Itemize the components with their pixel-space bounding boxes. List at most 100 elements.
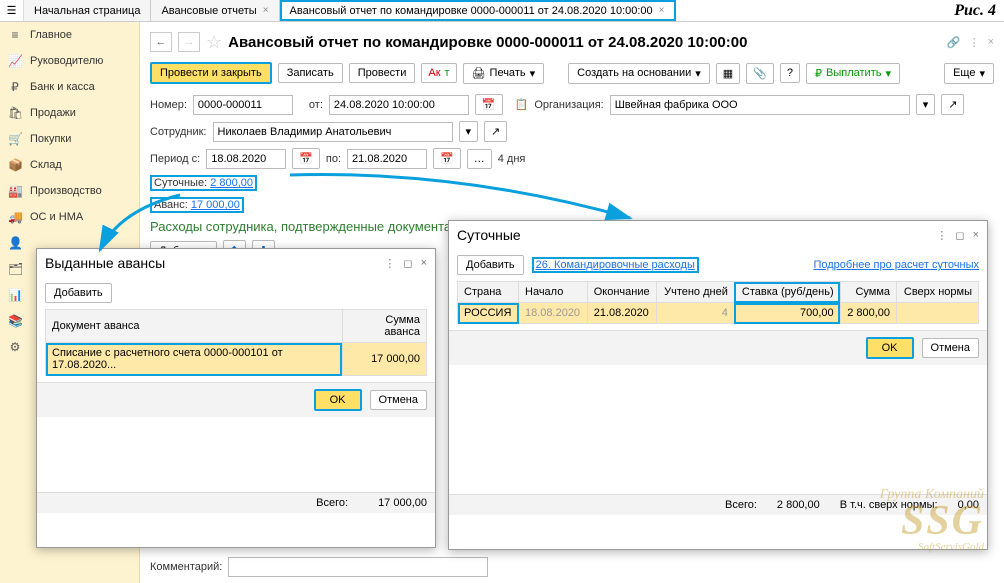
cancel-button[interactable]: Отмена: [922, 338, 979, 358]
label: по:: [326, 153, 341, 165]
help-button[interactable]: ?: [780, 63, 800, 83]
sidebar-item[interactable]: 📈Руководителю: [0, 48, 139, 74]
more-info-link[interactable]: Подробнее про расчет суточных: [813, 259, 979, 271]
col-header[interactable]: Учтено дней: [657, 282, 735, 303]
sidebar-item[interactable]: 🛍Продажи: [0, 100, 139, 126]
calendar-icon[interactable]: 📅: [475, 94, 503, 115]
ok-button[interactable]: OK: [866, 337, 914, 359]
label: от:: [309, 99, 323, 111]
sum-cell[interactable]: 17 000,00: [342, 343, 426, 376]
start-cell[interactable]: 18.08.2020: [519, 303, 588, 324]
flag-icon: 📋: [515, 98, 529, 111]
number-input[interactable]: 0000-000011: [193, 95, 293, 115]
attach-icon[interactable]: 📎: [746, 63, 774, 84]
total-value: 2 800,00: [777, 499, 820, 511]
col-header[interactable]: Документ аванса: [46, 310, 343, 343]
days-cell[interactable]: 4: [657, 303, 735, 324]
template-link[interactable]: 26. Командировочные расходы: [536, 259, 695, 271]
tab-home[interactable]: Начальная страница: [24, 0, 151, 21]
advance-row: Аванс: 17 000,00: [150, 197, 244, 213]
sidebar-item[interactable]: 🛒Покупки: [0, 126, 139, 152]
over-cell[interactable]: [897, 303, 979, 324]
over-value: 0,00: [958, 499, 979, 511]
close-icon[interactable]: ×: [988, 36, 994, 49]
dk-icon[interactable]: Акт: [421, 63, 456, 83]
star-icon[interactable]: ☆: [206, 32, 222, 53]
advance-link[interactable]: 17 000,00: [191, 199, 240, 211]
ok-button[interactable]: OK: [314, 389, 362, 411]
dropdown-icon[interactable]: ▾: [459, 121, 479, 142]
org-input[interactable]: Швейная фабрика ООО: [610, 95, 910, 115]
comment-input[interactable]: [228, 557, 488, 577]
total-label: Всего:: [316, 497, 348, 509]
total-value: 17 000,00: [378, 497, 427, 509]
close-icon[interactable]: ×: [973, 229, 979, 242]
page-title: Авансовый отчет по командировке 0000-000…: [228, 34, 747, 51]
col-header[interactable]: Страна: [458, 282, 519, 303]
sidebar-item[interactable]: 🏭Производство: [0, 178, 139, 204]
label: Период с:: [150, 153, 200, 165]
calendar-icon[interactable]: 📅: [292, 148, 320, 169]
link-icon[interactable]: 🔗: [947, 36, 961, 49]
sidebar-item[interactable]: 🚚ОС и НМА: [0, 204, 139, 230]
figure-label: Рис. 4: [954, 2, 996, 20]
cancel-button[interactable]: Отмена: [370, 390, 427, 410]
sum-cell[interactable]: 2 800,00: [840, 303, 896, 324]
calendar-icon[interactable]: 📅: [433, 148, 461, 169]
back-button[interactable]: ←: [150, 32, 172, 52]
col-header[interactable]: Окончание: [587, 282, 657, 303]
payout-button[interactable]: ₽ Выплатить ▾: [806, 63, 900, 84]
tab-reports[interactable]: Авансовые отчеты×: [151, 0, 279, 21]
date-from-input[interactable]: 18.08.2020: [206, 149, 286, 169]
open-icon[interactable]: ↗: [484, 121, 507, 142]
forward-button[interactable]: →: [178, 32, 200, 52]
add-button[interactable]: Добавить: [457, 255, 524, 275]
doc-cell[interactable]: Списание с расчетного счета 0000-000101 …: [46, 343, 343, 376]
more-icon[interactable]: ⋮: [969, 36, 980, 49]
per-diem-popup: Суточные ⋮◻× Добавить 26. Командировочны…: [448, 220, 988, 550]
label: Сотрудник:: [150, 126, 207, 138]
maximize-icon[interactable]: ◻: [403, 257, 412, 270]
advances-popup: Выданные авансы ⋮ ◻ × Добавить Документ ав…: [36, 248, 436, 548]
create-based-button[interactable]: Создать на основании ▾: [568, 63, 710, 84]
post-button[interactable]: Провести: [349, 63, 416, 83]
label: Комментарий:: [150, 561, 222, 573]
date-input[interactable]: 24.08.2020 10:00:00: [329, 95, 469, 115]
close-icon[interactable]: ×: [263, 5, 269, 16]
end-cell[interactable]: 21.08.2020: [587, 303, 657, 324]
sidebar-item[interactable]: 📦Склад: [0, 152, 139, 178]
reg-icon[interactable]: ▦: [716, 63, 740, 84]
total-label: Всего:: [725, 499, 757, 511]
employee-input[interactable]: Николаев Владимир Анатольевич: [213, 122, 453, 142]
date-to-input[interactable]: 21.08.2020: [347, 149, 427, 169]
more-button[interactable]: Еще ▾: [944, 63, 994, 84]
add-button[interactable]: Добавить: [45, 283, 112, 303]
write-button[interactable]: Записать: [278, 63, 343, 83]
more-icon[interactable]: ⋮: [936, 229, 947, 242]
post-close-button[interactable]: Провести и закрыть: [150, 62, 272, 84]
toolbar: Провести и закрыть Записать Провести Акт…: [150, 62, 994, 84]
col-header[interactable]: Сумма аванса: [342, 310, 426, 343]
print-button[interactable]: 🖨 Печать ▾: [463, 63, 545, 84]
country-cell[interactable]: РОССИЯ: [458, 303, 519, 324]
popup-title: Выданные авансы: [45, 255, 165, 271]
sidebar-item[interactable]: ≡Главное: [0, 22, 139, 48]
close-icon[interactable]: ×: [421, 257, 427, 270]
days-label: 4 дня: [498, 153, 526, 165]
sidebar-item[interactable]: ₽Банк и касса: [0, 74, 139, 100]
more-icon[interactable]: …: [467, 149, 492, 169]
col-header[interactable]: Сумма: [840, 282, 896, 303]
maximize-icon[interactable]: ◻: [955, 229, 964, 242]
menu-icon[interactable]: ☰: [0, 0, 24, 21]
col-header[interactable]: Сверх нормы: [897, 282, 979, 303]
col-header[interactable]: Начало: [519, 282, 588, 303]
per-diem-link[interactable]: 2 800,00: [210, 177, 253, 189]
close-icon[interactable]: ×: [659, 5, 665, 16]
tab-current[interactable]: Авансовый отчет по командировке 0000-000…: [280, 0, 676, 21]
rate-cell[interactable]: 700,00: [734, 303, 840, 324]
more-icon[interactable]: ⋮: [384, 257, 395, 270]
col-header[interactable]: Ставка (руб/день): [734, 282, 840, 303]
open-icon[interactable]: ↗: [941, 94, 964, 115]
per-diem-row: Суточные: 2 800,00: [150, 175, 257, 191]
dropdown-icon[interactable]: ▾: [916, 94, 936, 115]
